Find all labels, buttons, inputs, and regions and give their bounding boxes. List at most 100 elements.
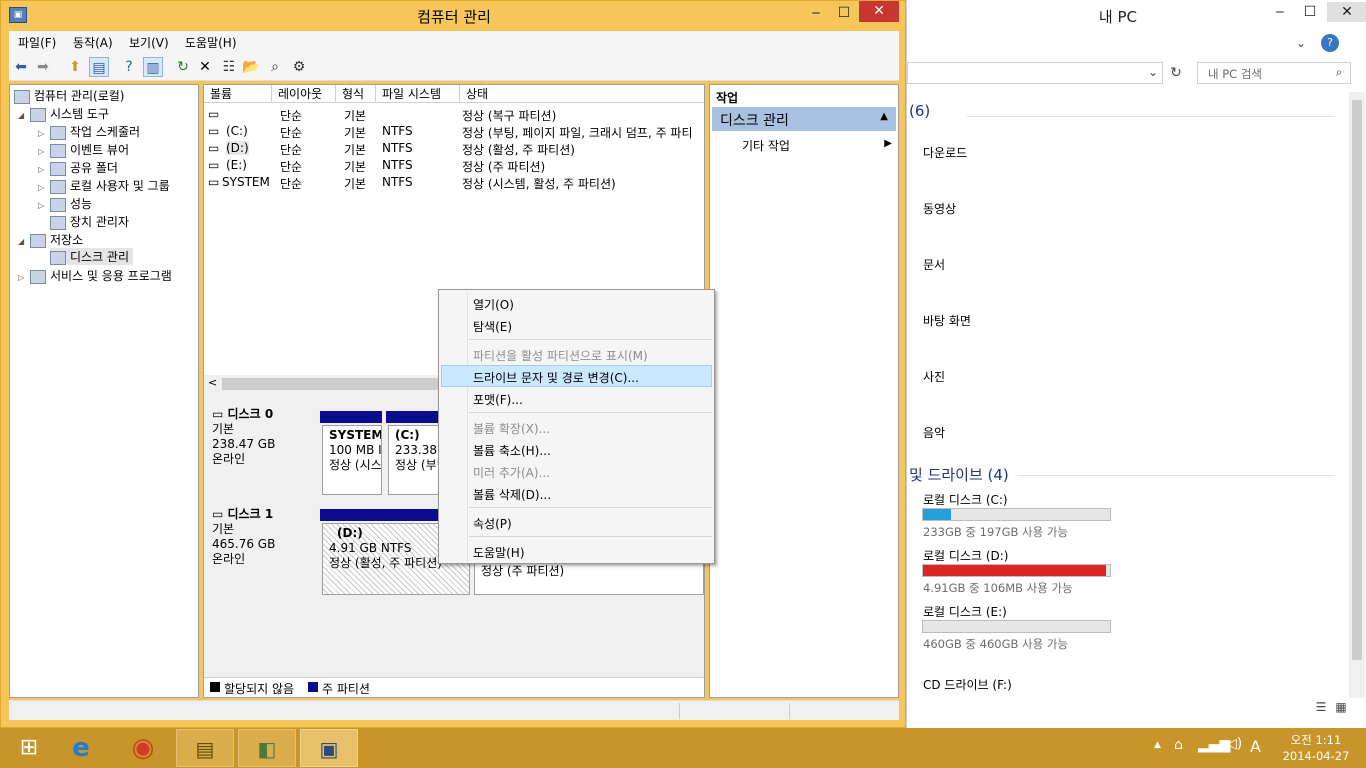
folder-downloads[interactable]: 다운로드: [923, 144, 967, 161]
cd-drive-name[interactable]: CD 드라이브 (F:): [923, 676, 1012, 693]
internet-explorer-icon[interactable]: e: [52, 729, 110, 767]
collapse-icon[interactable]: ▲: [880, 111, 888, 122]
show-tree-icon[interactable]: ▤: [89, 57, 109, 77]
clock[interactable]: 오전 1:11 2014-04-27: [1276, 732, 1356, 764]
column-volume[interactable]: 볼륨: [204, 85, 272, 103]
tree-item-local-users[interactable]: ▷ 로컬 사용자 및 그룹: [38, 177, 170, 194]
menu-help[interactable]: 도움말(H): [185, 34, 237, 51]
scrollbar-thumb[interactable]: [1352, 100, 1362, 660]
windows-start-icon[interactable]: ⊞: [0, 729, 58, 767]
tree-item-device-manager[interactable]: 장치 관리자: [50, 213, 129, 230]
tree-item-performance[interactable]: ▷ 성능: [38, 195, 92, 212]
collapsed-icon[interactable]: ▷: [38, 129, 50, 138]
expanded-icon[interactable]: ◢: [18, 111, 30, 120]
menu-action[interactable]: 동작(A): [73, 34, 113, 51]
delete-icon[interactable]: ✕: [195, 57, 215, 77]
column-file-system[interactable]: 파일 시스템: [376, 85, 460, 103]
partition-c[interactable]: (C:) 233.38 G 정상 (부팅: [388, 425, 442, 495]
show-action-pane-icon[interactable]: ▥: [143, 57, 163, 77]
refresh-icon[interactable]: ↻: [173, 57, 193, 77]
tree-item-disk-management[interactable]: 디스크 관리: [50, 248, 134, 265]
open-icon[interactable]: 📂: [241, 57, 261, 77]
menu-item-mark-active[interactable]: 파티션을 활성 파티션으로 표시(M): [473, 347, 648, 364]
tree-item-event-viewer[interactable]: ▷ 이벤트 뷰어: [38, 141, 129, 158]
ime-indicator[interactable]: A: [1250, 737, 1261, 756]
show-hidden-icons-icon[interactable]: ▲: [1154, 740, 1161, 750]
partition-system[interactable]: SYSTEM 100 MB I 정상 (시스: [322, 425, 382, 495]
tree-item-system-tools[interactable]: ◢ 시스템 도구: [18, 105, 109, 122]
tree-item-task-scheduler[interactable]: ▷ 작업 스케줄러: [38, 123, 140, 140]
vertical-scrollbar[interactable]: [1349, 92, 1365, 698]
scrollbar-thumb[interactable]: [222, 378, 442, 390]
computer-management-taskbar-icon[interactable]: ▣: [300, 729, 358, 767]
help-icon[interactable]: ?: [1321, 34, 1339, 52]
up-folder-icon[interactable]: ⬆: [65, 57, 85, 77]
tree-item-services-apps[interactable]: ▷ 서비스 및 응용 프로그램: [18, 267, 172, 284]
chevron-down-icon[interactable]: ⌄: [1295, 36, 1307, 50]
tree-item-computer-management[interactable]: 컴퓨터 관리(로컬): [14, 87, 124, 104]
menu-item-open[interactable]: 열기(O): [473, 296, 514, 313]
column-layout[interactable]: 레이아웃: [272, 85, 336, 103]
menu-item-properties[interactable]: 속성(P): [473, 515, 512, 532]
chrome-icon[interactable]: ◉: [114, 729, 172, 767]
menu-item-format[interactable]: 포맷(F)...: [473, 391, 523, 408]
refresh-icon[interactable]: ↻: [1167, 65, 1185, 81]
menu-item-add-mirror[interactable]: 미러 추가(A)...: [473, 464, 550, 481]
collapsed-icon[interactable]: ▷: [38, 201, 50, 210]
collapsed-icon[interactable]: ▷: [18, 273, 30, 282]
volume-icon[interactable]: ◁): [1226, 736, 1242, 752]
details-view-icon[interactable]: ☰: [1313, 700, 1329, 714]
tree-item-storage[interactable]: ◢ 저장소: [18, 231, 83, 248]
address-bar[interactable]: ⌄: [907, 62, 1163, 84]
settings-icon[interactable]: ⚙: [289, 57, 309, 77]
search-icon[interactable]: ⌕: [1332, 65, 1346, 80]
power-icon[interactable]: ⌂: [1174, 737, 1183, 753]
folder-music[interactable]: 음악: [923, 424, 945, 441]
menu-item-change-drive-letter[interactable]: 드라이브 문자 및 경로 변경(C)...: [473, 369, 639, 386]
minimize-icon[interactable]: ‒: [803, 3, 829, 23]
folder-desktop[interactable]: 바탕 화면: [923, 312, 971, 329]
help-icon[interactable]: ?: [119, 57, 139, 77]
dropdown-chevron-icon[interactable]: ⌄: [1146, 65, 1160, 79]
close-icon[interactable]: ✕: [1327, 2, 1366, 22]
search-icon[interactable]: ⌕: [265, 57, 285, 77]
search-input[interactable]: 내 PC 검색 ⌕: [1197, 62, 1351, 84]
large-icons-view-icon[interactable]: ▦: [1333, 700, 1349, 714]
scroll-left-icon[interactable]: <: [208, 376, 217, 389]
disk0-label[interactable]: ▭ 디스크 0 기본 238.47 GB 온라인: [206, 403, 318, 499]
tree-item-shared-folders[interactable]: ▷ 공유 폴더: [38, 159, 118, 176]
menu-item-explore[interactable]: 탐색(E): [473, 318, 512, 335]
drive-e-name[interactable]: 로컬 디스크 (E:): [923, 603, 1007, 620]
folders-group-header[interactable]: (6): [909, 102, 930, 120]
column-status[interactable]: 상태: [460, 85, 704, 103]
collapsed-icon[interactable]: ▷: [38, 147, 50, 156]
menu-item-extend-volume[interactable]: 볼륨 확장(X)...: [473, 420, 550, 437]
folder-pictures[interactable]: 사진: [923, 368, 945, 385]
actions-more[interactable]: 기타 작업 ▶: [742, 137, 892, 154]
collapsed-icon[interactable]: ▷: [38, 183, 50, 192]
minimize-icon[interactable]: ‒: [1267, 2, 1293, 22]
expanded-icon[interactable]: ◢: [18, 237, 30, 246]
drive-d-name[interactable]: 로컬 디스크 (D:): [923, 547, 1008, 564]
menu-item-delete-volume[interactable]: 볼륨 삭제(D)...: [473, 486, 551, 503]
column-type[interactable]: 형식: [336, 85, 376, 103]
properties-icon[interactable]: ☷: [219, 57, 239, 77]
disk1-label[interactable]: ▭ 디스크 1 기본 465.76 GB 온라인: [206, 503, 318, 599]
menu-item-help[interactable]: 도움말(H): [473, 544, 525, 561]
file-explorer-icon[interactable]: ▤: [176, 729, 234, 767]
close-icon[interactable]: ✕: [859, 1, 899, 22]
menu-file[interactable]: 파일(F): [18, 34, 56, 51]
sticky-notes-icon[interactable]: ◧: [238, 729, 296, 767]
drives-group-header[interactable]: 및 드라이브 (4): [909, 464, 1009, 485]
actions-section-disk-management[interactable]: 디스크 관리 ▲: [712, 107, 896, 131]
maximize-icon[interactable]: ☐: [831, 3, 857, 23]
folder-documents[interactable]: 문서: [923, 256, 945, 273]
maximize-icon[interactable]: ☐: [1297, 2, 1323, 22]
menu-item-shrink-volume[interactable]: 볼륨 축소(H)...: [473, 442, 551, 459]
collapsed-icon[interactable]: ▷: [38, 165, 50, 174]
menu-view[interactable]: 보기(V): [129, 34, 169, 51]
drive-c-name[interactable]: 로컬 디스크 (C:): [923, 491, 1008, 508]
folder-videos[interactable]: 동영상: [923, 200, 956, 217]
forward-icon[interactable]: ➡: [33, 57, 53, 77]
back-icon[interactable]: ⬅: [11, 57, 31, 77]
